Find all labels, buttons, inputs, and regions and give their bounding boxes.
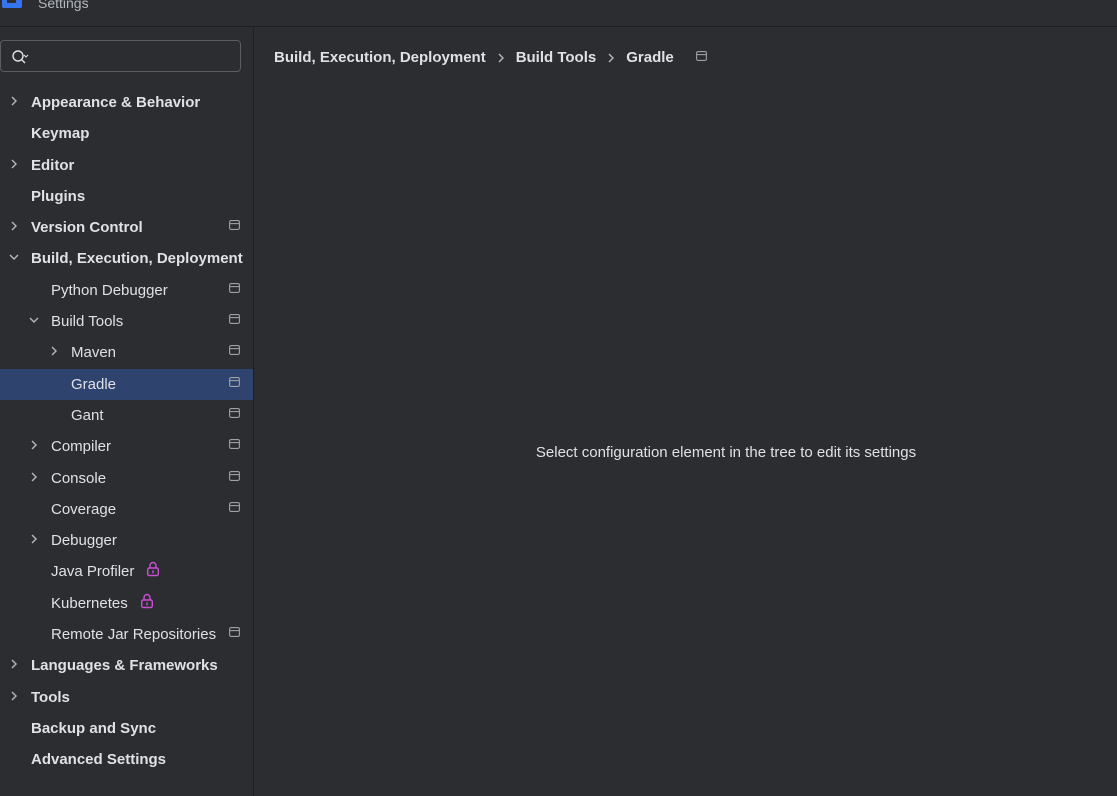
project-level-icon <box>229 345 240 356</box>
chevron-right-icon[interactable] <box>47 344 61 358</box>
tree-item-maven[interactable]: Maven <box>0 337 253 368</box>
tree-item-label: Build, Execution, Deployment <box>31 250 243 268</box>
project-level-icon <box>229 376 240 387</box>
chevron-right-icon[interactable] <box>7 94 21 108</box>
tree-item-label: Advanced Settings <box>31 751 167 769</box>
tree-item-appearance-behavior[interactable]: Appearance & Behavior <box>0 87 253 118</box>
tree-item-label: Tools <box>31 688 70 706</box>
app-logo-icon <box>2 0 22 8</box>
chevron-right-icon[interactable] <box>27 438 41 452</box>
chevron-right-icon[interactable] <box>7 689 21 703</box>
tree-item-build-execution-deployment[interactable]: Build, Execution, Deployment <box>0 243 253 274</box>
breadcrumb-item-build-tools[interactable]: Build Tools <box>516 49 597 66</box>
project-level-icon <box>229 408 240 418</box>
tree-item-gradle[interactable]: Gradle <box>0 368 253 400</box>
chevron-down-icon[interactable] <box>27 313 41 327</box>
tree-item-console[interactable]: Console <box>0 463 253 494</box>
project-level-icon <box>229 314 240 325</box>
tree-item-debugger[interactable]: Debugger <box>0 525 253 556</box>
breadcrumb-item-build-execution-deployment[interactable]: Build, Execution, Deployment <box>274 49 486 66</box>
tree-item-label: Coverage <box>51 500 117 518</box>
tree-item-editor[interactable]: Editor <box>0 150 253 181</box>
chevron-right-icon[interactable] <box>7 219 21 233</box>
search-input[interactable] <box>35 45 235 69</box>
tree-item-tools[interactable]: Tools <box>0 682 253 713</box>
project-level-icon <box>229 501 240 512</box>
breadcrumb-separator-icon <box>608 53 615 63</box>
project-level-icon <box>229 282 240 293</box>
tree-item-python-debugger[interactable]: Python Debugger <box>0 275 253 306</box>
tree-item-label: Languages & Frameworks <box>31 657 218 675</box>
tree-item-label: Version Control <box>31 219 143 237</box>
window-title: Settings <box>38 0 89 11</box>
tree-item-label: Gradle <box>71 375 117 393</box>
tree-item-remote-jar-repositories[interactable]: Remote Jar Repositories <box>0 619 253 650</box>
tree-item-coverage[interactable]: Coverage <box>0 494 253 525</box>
tree-item-label: Build Tools <box>51 313 124 331</box>
chevron-right-icon[interactable] <box>27 470 41 484</box>
breadcrumb-separator-icon <box>498 53 504 63</box>
tree-item-label: Gant <box>71 406 104 424</box>
breadcrumb-item-gradle[interactable]: Gradle <box>626 49 674 66</box>
tree-item-keymap[interactable]: Keymap <box>0 118 253 149</box>
tree-item-label: Maven <box>71 344 117 362</box>
tree-item-label: Appearance & Behavior <box>31 94 201 111</box>
chevron-down-icon[interactable] <box>7 250 21 264</box>
chevron-right-icon[interactable] <box>7 657 21 671</box>
tree-item-label: Compiler <box>51 438 112 456</box>
search-box[interactable] <box>0 40 241 72</box>
tree-item-label: Kubernetes <box>51 594 128 612</box>
tree-item-label: Console <box>51 469 107 487</box>
title-bar: Settings <box>0 0 1117 27</box>
main-panel: Build, Execution, Deployment Build Tools G… <box>254 27 1117 796</box>
tree-item-kubernetes[interactable]: Kubernetes <box>0 588 253 619</box>
breadcrumb-project-level-icon <box>695 51 707 61</box>
tree-item-label: Backup and Sync <box>31 719 157 737</box>
lock-icon <box>147 562 160 577</box>
tree-item-label: Plugins <box>31 187 86 205</box>
project-level-icon <box>229 220 240 231</box>
tree-item-advanced-settings[interactable]: Advanced Settings <box>0 744 253 775</box>
tree-item-label: Editor <box>31 156 75 174</box>
project-level-icon <box>229 627 240 637</box>
project-level-icon <box>229 470 240 481</box>
tree-item-gant[interactable]: Gant <box>0 400 253 431</box>
project-level-icon <box>229 439 240 450</box>
settings-sidebar: Appearance & Behavior Keymap Editor Plugins… <box>0 27 254 796</box>
tree-item-plugins[interactable]: Plugins <box>0 181 253 212</box>
tree-item-build-tools[interactable]: Build Tools <box>0 306 253 337</box>
tree-item-version-control[interactable]: Version Control <box>0 212 253 243</box>
chevron-right-icon[interactable] <box>27 532 41 546</box>
empty-state-message: Select configuration element in the tree… <box>535 444 917 461</box>
tree-item-java-profiler[interactable]: Java Profiler <box>0 556 253 587</box>
lock-icon <box>140 593 153 608</box>
tree-item-label: Python Debugger <box>51 281 168 299</box>
search-icon[interactable] <box>11 49 29 65</box>
tree-item-label: Remote Jar Repositories <box>51 626 217 644</box>
tree-item-backup-and-sync[interactable]: Backup and Sync <box>0 713 253 744</box>
settings-tree: Appearance & Behavior Keymap Editor Plugins… <box>0 87 253 776</box>
tree-item-compiler[interactable]: Compiler <box>0 431 253 462</box>
chevron-right-icon[interactable] <box>7 157 21 171</box>
tree-item-languages-frameworks[interactable]: Languages & Frameworks <box>0 650 253 681</box>
tree-item-label: Keymap <box>31 125 90 143</box>
tree-item-label: Debugger <box>51 532 117 550</box>
tree-item-label: Java Profiler <box>51 563 135 581</box>
settings-window: Settings Appearance & Behavior Keymap Edit… <box>0 0 1117 796</box>
